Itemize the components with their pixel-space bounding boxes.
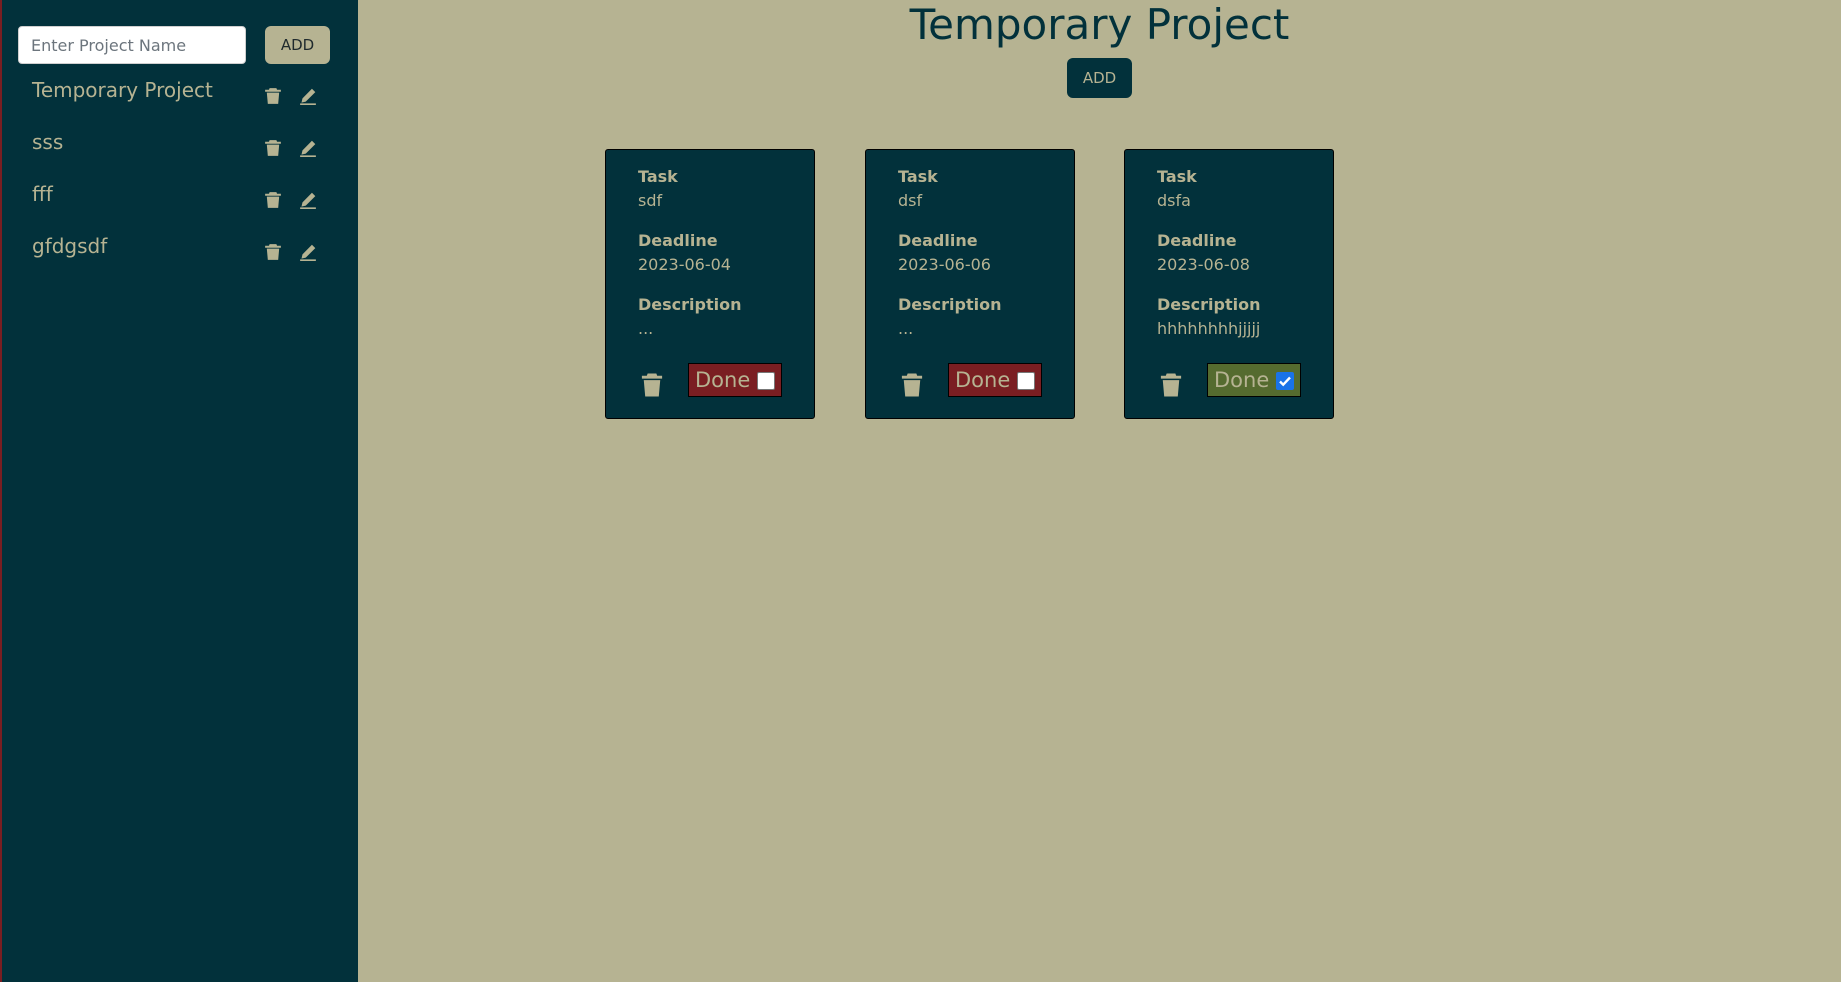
add-task-button[interactable]: ADD — [1067, 58, 1132, 98]
deadline-label: Deadline — [1157, 231, 1237, 250]
checkmark-icon — [1279, 376, 1291, 387]
page-title: Temporary Project — [909, 0, 1290, 49]
done-checkbox[interactable] — [757, 372, 775, 390]
done-label: Done — [695, 368, 751, 392]
description-value: ... — [638, 319, 654, 338]
task-label: Task — [898, 167, 938, 186]
description-value: ... — [898, 319, 914, 338]
add-project-button[interactable]: ADD — [265, 26, 330, 64]
task-card: Task sdf Deadline 2023-06-04 Description… — [605, 149, 815, 419]
task-value: sdf — [638, 191, 663, 210]
trash-icon[interactable] — [264, 139, 282, 157]
task-label: Task — [638, 167, 678, 186]
done-checkbox[interactable] — [1276, 372, 1294, 390]
description-label: Description — [1157, 295, 1261, 314]
done-toggle[interactable]: Done — [948, 363, 1042, 397]
sidebar-item-project[interactable]: sss — [2, 130, 358, 170]
pencil-icon[interactable] — [299, 191, 317, 209]
pencil-icon[interactable] — [299, 139, 317, 157]
sidebar: ADD Temporary Project sss fff gfdgsdf — [2, 0, 358, 982]
pencil-icon[interactable] — [299, 243, 317, 261]
deadline-value: 2023-06-06 — [898, 255, 991, 274]
task-card: Task dsfa Deadline 2023-06-08 Descriptio… — [1124, 149, 1334, 419]
project-name[interactable]: gfdgsdf — [32, 234, 107, 258]
sidebar-item-project[interactable]: fff — [2, 182, 358, 222]
description-label: Description — [898, 295, 1002, 314]
sidebar-item-project[interactable]: gfdgsdf — [2, 234, 358, 274]
deadline-label: Deadline — [638, 231, 718, 250]
pencil-icon[interactable] — [299, 87, 317, 105]
deadline-value: 2023-06-08 — [1157, 255, 1250, 274]
trash-icon[interactable] — [264, 87, 282, 105]
sidebar-item-project[interactable]: Temporary Project — [2, 78, 358, 118]
done-label: Done — [955, 368, 1011, 392]
trash-icon[interactable] — [640, 372, 664, 398]
trash-icon[interactable] — [1159, 372, 1183, 398]
project-name[interactable]: fff — [32, 182, 53, 206]
done-toggle[interactable]: Done — [1207, 363, 1301, 397]
done-toggle[interactable]: Done — [688, 363, 782, 397]
task-card: Task dsf Deadline 2023-06-06 Description… — [865, 149, 1075, 419]
trash-icon[interactable] — [264, 191, 282, 209]
project-name-input[interactable] — [18, 26, 246, 64]
description-value: hhhhhhhhjjjjj — [1157, 319, 1261, 338]
done-label: Done — [1214, 368, 1270, 392]
project-name[interactable]: Temporary Project — [32, 78, 213, 102]
project-name[interactable]: sss — [32, 130, 63, 154]
done-checkbox[interactable] — [1017, 372, 1035, 390]
deadline-value: 2023-06-04 — [638, 255, 731, 274]
new-project-form: ADD — [18, 26, 338, 66]
task-value: dsfa — [1157, 191, 1191, 210]
description-label: Description — [638, 295, 742, 314]
trash-icon[interactable] — [264, 243, 282, 261]
trash-icon[interactable] — [900, 372, 924, 398]
deadline-label: Deadline — [898, 231, 978, 250]
task-label: Task — [1157, 167, 1197, 186]
task-value: dsf — [898, 191, 923, 210]
